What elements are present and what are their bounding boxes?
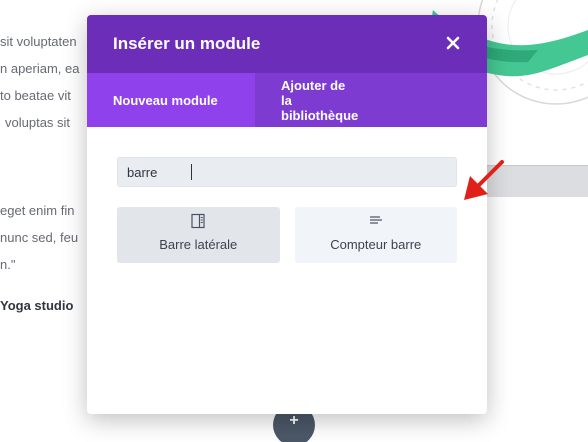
background-text-line: sit voluptaten (0, 34, 77, 49)
sidebar-icon (191, 213, 205, 229)
close-button[interactable] (441, 31, 465, 55)
background-text-line: eget enim fin (0, 203, 75, 218)
modal-title: Insérer un module (113, 34, 261, 53)
tab-new-module[interactable]: Nouveau module (87, 73, 255, 127)
modal-body: Barre latérale Compteur barre (87, 127, 487, 263)
tab-label: Ajouter de la bibliothèque (281, 77, 359, 123)
module-sidebar-button[interactable]: Barre latérale (117, 207, 280, 263)
module-label: Barre latérale (159, 237, 238, 252)
modal-header: Insérer un module (87, 15, 487, 73)
bar-counter-icon (369, 216, 382, 224)
background-text-line: nunc sed, feu (0, 230, 79, 245)
tab-add-from-library[interactable]: Ajouter de la bibliothèque (255, 73, 385, 127)
modal-tabs: Nouveau module Ajouter de la bibliothèqu… (87, 73, 487, 127)
background-text-line: Yoga studio (0, 298, 74, 313)
search-input[interactable] (117, 157, 457, 187)
background-text-line: voluptas sit (5, 115, 71, 130)
module-grid: Barre latérale Compteur barre (117, 207, 457, 263)
module-label: Compteur barre (330, 237, 422, 252)
module-bar-counter-button[interactable]: Compteur barre (294, 207, 457, 263)
background-text-line: n aperiam, ea (0, 61, 80, 76)
insert-module-modal: Insérer un module Nouveau module Ajouter… (87, 15, 487, 414)
text-caret (191, 164, 192, 180)
close-icon (446, 36, 460, 50)
background-text-line: n." (0, 257, 16, 272)
background-text-line: to beatae vit (0, 88, 71, 103)
annotation-arrow-icon (464, 160, 504, 200)
plus-icon: + (289, 412, 299, 429)
tab-label: Nouveau module (113, 92, 218, 108)
